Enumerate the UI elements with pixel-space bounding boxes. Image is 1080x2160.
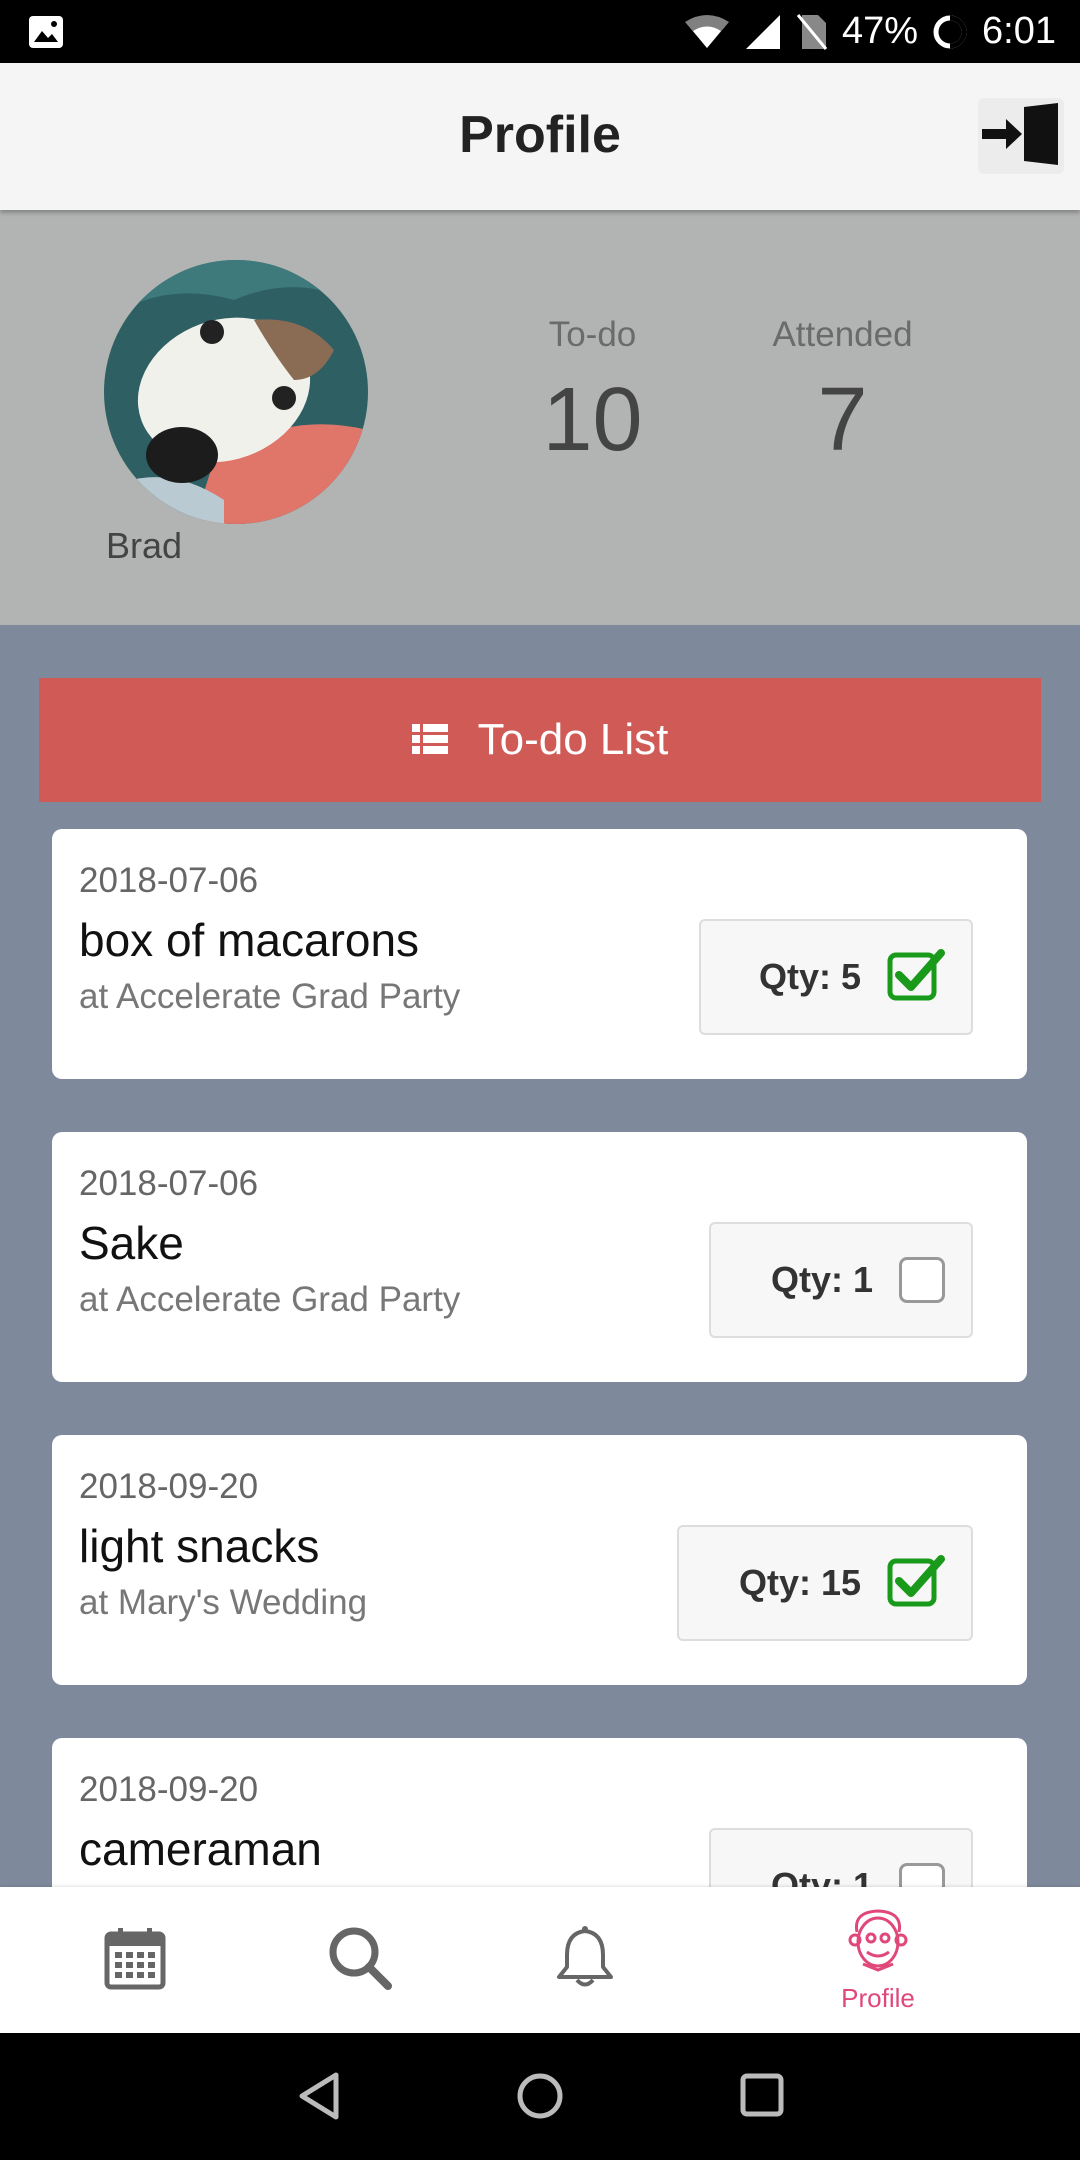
- todo-item-name: cameraman: [79, 1823, 322, 1875]
- bell-icon: [553, 1925, 617, 1996]
- nav-search[interactable]: [305, 1887, 415, 2033]
- qty-box: Qty: 1: [709, 1828, 973, 1887]
- todo-card[interactable]: 2018-07-06 box of macarons at Accelerate…: [52, 829, 1027, 1079]
- checked-checkbox-icon[interactable]: [887, 1554, 945, 1612]
- image-notification-icon: [28, 15, 64, 54]
- back-icon[interactable]: [296, 2071, 342, 2121]
- todo-date: 2018-07-06: [79, 861, 259, 900]
- nav-calendar[interactable]: [80, 1887, 190, 2033]
- todo-card[interactable]: 2018-09-20 light snacks at Mary's Weddin…: [52, 1435, 1027, 1685]
- todo-list[interactable]: 2018-07-06 box of macarons at Accelerate…: [0, 802, 1080, 1887]
- todo-list-label: To-do List: [477, 715, 669, 764]
- search-icon: [327, 1925, 393, 1996]
- stat-todo-value: 10: [542, 370, 643, 470]
- unchecked-checkbox-icon[interactable]: [899, 1257, 945, 1303]
- todo-date: 2018-09-20: [79, 1770, 259, 1809]
- qty-label: Qty: 15: [738, 1562, 861, 1603]
- stat-todo-label: To-do: [548, 315, 637, 354]
- home-icon[interactable]: [515, 2071, 565, 2121]
- todo-date: 2018-07-06: [79, 1164, 259, 1203]
- stat-todo: To-do 10: [520, 315, 665, 472]
- todo-event: at Accelerate Grad Party: [79, 1280, 461, 1319]
- page-title: Profile: [459, 106, 621, 164]
- battery-icon: [932, 14, 968, 50]
- system-nav-bar: [0, 2033, 1080, 2160]
- todo-item-name: Sake: [79, 1217, 184, 1269]
- user-name: Brad: [106, 525, 183, 566]
- status-bar: 47% 6:01: [0, 0, 1080, 63]
- todo-item-name: box of macarons: [79, 914, 420, 966]
- calendar-icon: [104, 1926, 166, 1995]
- qty-label: Qty: 5: [758, 956, 861, 997]
- stat-attended-label: Attended: [772, 315, 913, 354]
- todo-event: at Mary's Wedding: [79, 1583, 368, 1622]
- stat-attended-value: 7: [817, 370, 868, 470]
- signal-icon: [744, 13, 782, 51]
- qty-box: Qty: 5: [699, 919, 973, 1035]
- qty-label: Qty: 1: [770, 1259, 873, 1300]
- unchecked-checkbox-icon[interactable]: [899, 1863, 945, 1887]
- profile-summary: Brad To-do 10 Attended 7: [0, 210, 1080, 625]
- nav-notifications[interactable]: [530, 1887, 640, 2033]
- battery-percent: 47%: [841, 10, 919, 52]
- logout-button[interactable]: [978, 98, 1064, 174]
- qty-box: Qty: 1: [709, 1222, 973, 1338]
- clock: 6:01: [982, 10, 1056, 52]
- app-header: Profile: [0, 63, 1080, 210]
- qty-box: Qty: 15: [677, 1525, 973, 1641]
- todo-card[interactable]: 2018-07-06 Sake at Accelerate Grad Party…: [52, 1132, 1027, 1382]
- recents-icon[interactable]: [738, 2071, 786, 2119]
- todo-list-tab[interactable]: To-do List: [39, 678, 1041, 802]
- avatar[interactable]: [104, 260, 368, 524]
- bottom-nav: Profile: [0, 1887, 1080, 2033]
- qty-label: Qty: 1: [770, 1865, 873, 1887]
- todo-date: 2018-09-20: [79, 1467, 259, 1506]
- wifi-icon: [684, 14, 730, 50]
- todo-item-name: light snacks: [79, 1520, 320, 1572]
- todo-event: at Accelerate Grad Party: [79, 977, 461, 1016]
- checked-checkbox-icon[interactable]: [887, 948, 945, 1006]
- list-icon: [411, 715, 448, 765]
- no-sim-icon: [796, 13, 828, 51]
- todo-card[interactable]: 2018-09-20 cameraman Qty: 1: [52, 1738, 1027, 1887]
- nav-profile[interactable]: Profile: [808, 1887, 948, 2033]
- logout-door-icon: [978, 102, 1064, 170]
- stat-attended: Attended 7: [750, 315, 935, 472]
- nav-profile-label: Profile: [841, 1983, 915, 2013]
- profile-icon: [845, 1906, 911, 1977]
